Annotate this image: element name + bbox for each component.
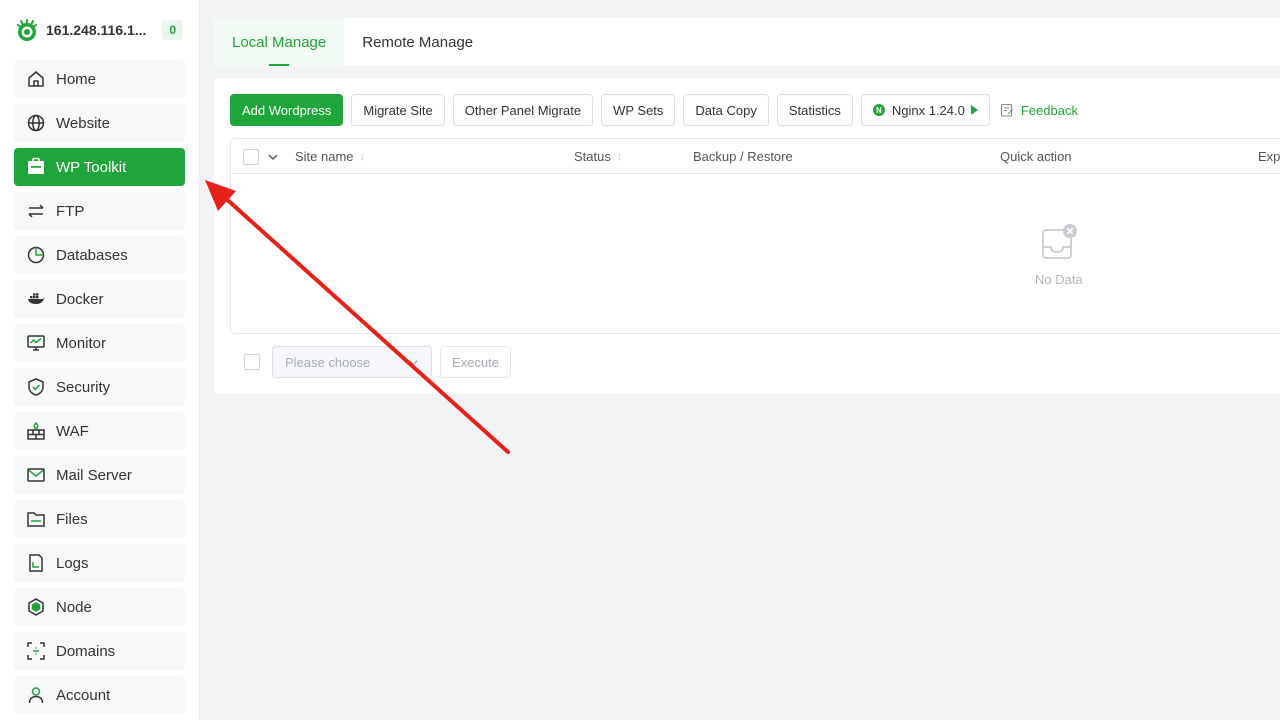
sidebar-item-label: Files [56, 510, 88, 528]
column-quick-action: Quick action [1000, 149, 1072, 164]
statistics-button[interactable]: Statistics [776, 94, 853, 126]
sidebar-item-logs[interactable]: Logs [14, 544, 185, 582]
brand-header: 161.248.116.1... 0 [0, 0, 199, 60]
panel-logo-icon [17, 19, 37, 41]
select-dropdown-chevron-icon[interactable] [267, 139, 279, 174]
sidebar-item-ftp[interactable]: FTP [14, 192, 185, 230]
sidebar-item-label: Account [56, 686, 111, 704]
tab-local-manage[interactable]: Local Manage [214, 18, 345, 66]
sidebar-item-label: Home [56, 70, 97, 88]
folder-icon [25, 508, 47, 530]
feedback-link[interactable]: Feedback [1000, 103, 1078, 118]
sidebar-item-security[interactable]: Security [14, 368, 185, 406]
sidebar-item-files[interactable]: Files [14, 500, 185, 538]
batch-select-placeholder: Please choose [285, 354, 371, 370]
sites-panel: Add Wordpress Migrate Site Other Panel M… [214, 78, 1280, 394]
no-data-text: No Data [1035, 272, 1083, 287]
feedback-label: Feedback [1020, 102, 1078, 118]
add-wordpress-button[interactable]: Add Wordpress [230, 94, 344, 126]
chevron-down-icon [409, 359, 418, 365]
transfer-arrows-icon [25, 200, 47, 222]
sort-arrow-icon[interactable]: ↓ [617, 151, 623, 163]
tab-remote-manage[interactable]: Remote Manage [344, 18, 491, 66]
log-file-icon [25, 552, 47, 574]
tab-bar: Local Manage Remote Manage [214, 18, 1280, 66]
column-site-name-label: Site name [295, 149, 354, 164]
other-panel-migrate-button[interactable]: Other Panel Migrate [452, 94, 594, 126]
column-site-name[interactable]: Site name ↓ [295, 139, 365, 174]
sidebar-item-wp-toolkit[interactable]: WP Toolkit [14, 148, 185, 186]
migrate-site-button[interactable]: Migrate Site [351, 94, 445, 126]
sidebar-item-label: Databases [56, 246, 128, 264]
domain-scan-icon [25, 640, 47, 662]
monitor-icon [25, 332, 47, 354]
sort-arrow-icon[interactable]: ↓ [360, 151, 366, 163]
sidebar-item-monitor[interactable]: Monitor [14, 324, 185, 362]
sidebar-item-label: Logs [56, 554, 89, 572]
nginx-button[interactable]: N Nginx 1.24.0 [860, 94, 990, 126]
sidebar-item-label: Mail Server [56, 466, 132, 484]
user-icon [25, 684, 47, 706]
docker-whale-icon [25, 288, 47, 310]
empty-state: No Data [231, 175, 1280, 333]
column-status[interactable]: Status ↓ [574, 139, 622, 174]
batch-actions: Please choose Execute [244, 346, 511, 378]
main-content: Local Manage Remote Manage Add Wordpress… [214, 0, 1280, 720]
node-hex-icon [25, 596, 47, 618]
sidebar-item-waf[interactable]: WAF [14, 412, 185, 450]
feedback-edit-icon [1000, 103, 1013, 117]
sidebar-item-label: Monitor [56, 334, 107, 352]
sidebar-item-node[interactable]: Node [14, 588, 185, 626]
sidebar-item-account[interactable]: Account [14, 676, 185, 714]
server-ip[interactable]: 161.248.116.1... [46, 22, 162, 38]
sidebar-item-label: Docker [56, 290, 104, 308]
sidebar-item-domains[interactable]: Domains [14, 632, 185, 670]
wp-sets-button[interactable]: WP Sets [601, 94, 676, 126]
wordpress-toolkit-icon [25, 156, 47, 178]
database-pie-icon [25, 244, 47, 266]
sidebar-item-label: WP Toolkit [56, 158, 127, 176]
sidebar-item-databases[interactable]: Databases [14, 236, 185, 274]
sidebar-item-label: Website [56, 114, 110, 132]
data-copy-button[interactable]: Data Copy [683, 94, 769, 126]
sidebar-item-label: Node [56, 598, 92, 616]
column-status-label: Status [574, 149, 611, 164]
sidebar-item-label: Domains [56, 642, 116, 660]
notification-badge[interactable]: 0 [162, 20, 183, 40]
nginx-icon: N [872, 104, 885, 116]
sites-table: Site name ↓ Status ↓ Backup / Restore Qu… [230, 138, 1280, 334]
sidebar-item-label: FTP [56, 202, 85, 220]
select-all-checkbox[interactable] [243, 148, 259, 165]
toolbar: Add Wordpress Migrate Site Other Panel M… [230, 94, 1078, 126]
sidebar-item-label: WAF [56, 422, 89, 440]
firewall-icon [25, 420, 47, 442]
select-all-cell [243, 139, 259, 174]
table-header: Site name ↓ Status ↓ Backup / Restore Qu… [231, 139, 1280, 174]
no-data-icon [1042, 224, 1077, 259]
execute-button[interactable]: Execute [440, 346, 511, 378]
home-icon [25, 68, 47, 90]
sidebar: 161.248.116.1... 0 Home Website WP Toolk… [0, 0, 200, 720]
play-icon [970, 105, 978, 115]
column-expiry: Exp [1258, 149, 1280, 164]
batch-select-checkbox[interactable] [244, 354, 260, 370]
sidebar-item-website[interactable]: Website [14, 104, 185, 142]
sidebar-item-home[interactable]: Home [14, 60, 185, 98]
column-backup-restore: Backup / Restore [693, 149, 793, 164]
sidebar-item-mail-server[interactable]: Mail Server [14, 456, 185, 494]
mail-icon [25, 464, 47, 486]
sidebar-menu: Home Website WP Toolkit FTP Databases Do… [0, 60, 199, 714]
sidebar-item-docker[interactable]: Docker [14, 280, 185, 318]
sidebar-item-label: Security [56, 378, 111, 396]
batch-action-select[interactable]: Please choose [272, 346, 432, 378]
shield-icon [25, 376, 47, 398]
globe-icon [25, 112, 47, 134]
nginx-version-label: Nginx 1.24.0 [891, 102, 965, 118]
